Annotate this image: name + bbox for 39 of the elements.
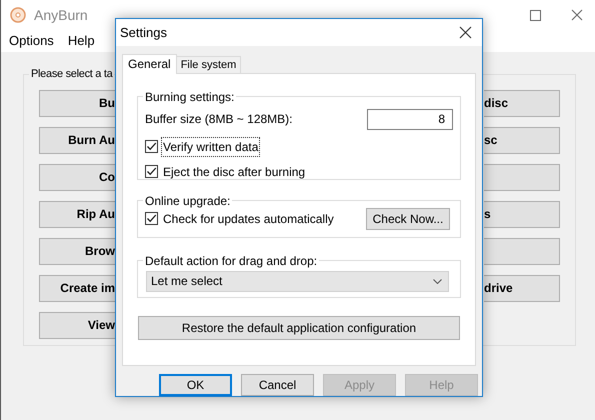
checkbox-label[interactable]: Verify written data	[161, 136, 260, 157]
dropdown[interactable]: Let me select	[146, 270, 449, 292]
input-field[interactable]: 8	[367, 108, 453, 130]
task-button[interactable]: Co	[39, 164, 116, 190]
dialog-button[interactable]: OK	[159, 374, 232, 396]
task-button[interactable]: s	[484, 200, 560, 228]
checkbox[interactable]	[145, 140, 158, 154]
menu-item[interactable]: Options	[9, 31, 54, 51]
task-button[interactable]: drive	[484, 274, 560, 302]
field-label: Buffer size (8MB ~ 128MB):	[145, 111, 293, 128]
task-button[interactable]: Create im	[39, 274, 116, 302]
chevron-down-icon	[433, 278, 442, 284]
check-now-button[interactable]: Check Now...	[366, 208, 450, 230]
group-label: Please select a ta	[30, 67, 114, 82]
window-title: AnyBurn	[34, 6, 88, 25]
dialog-button[interactable]: Cancel	[241, 374, 314, 396]
maximize-icon[interactable]	[530, 10, 541, 20]
dialog-title: Settings	[120, 24, 167, 42]
group-label: Burning settings:	[144, 88, 236, 106]
checkbox[interactable]	[145, 165, 158, 178]
close-icon[interactable]	[459, 26, 472, 39]
checkbox[interactable]	[145, 212, 158, 226]
task-button[interactable]: Bu	[39, 90, 116, 116]
task-button[interactable]: View	[39, 312, 116, 338]
menu-item[interactable]: Help	[68, 31, 95, 51]
disc-icon	[10, 7, 26, 23]
tab[interactable]: General	[122, 54, 177, 74]
group-label: Default action for drag and drop:	[144, 252, 318, 270]
task-button[interactable]: Rip Au	[39, 200, 116, 228]
restore-button[interactable]: Restore the default application configuration	[138, 316, 460, 340]
task-button[interactable]: disc	[484, 90, 560, 116]
group-label: Online upgrade:	[144, 192, 232, 210]
checkbox-label[interactable]: Check for updates automatically	[161, 208, 336, 229]
close-icon[interactable]	[571, 9, 583, 21]
tab[interactable]: File system	[176, 56, 242, 73]
task-button[interactable]: sc	[484, 126, 560, 154]
task-button[interactable]: Brow	[39, 238, 116, 264]
checkbox-label[interactable]: Eject the disc after burning	[161, 162, 308, 182]
task-button[interactable]: Burn Au	[39, 126, 116, 154]
